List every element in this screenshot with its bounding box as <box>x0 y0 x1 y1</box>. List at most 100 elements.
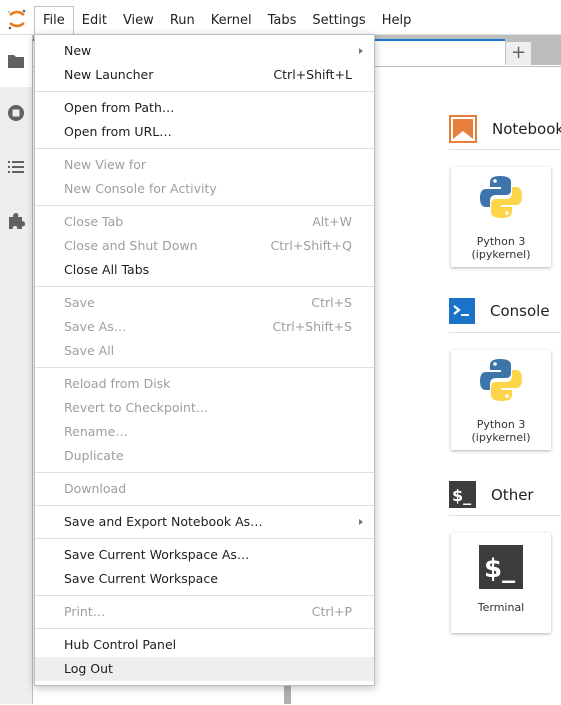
submenu-caret-right-icon <box>359 48 363 54</box>
menu-item-new-console-for-activity[interactable]: New Console for Activity <box>35 177 374 201</box>
menu-edit[interactable]: Edit <box>74 6 115 34</box>
menu-item-save-all[interactable]: Save All <box>35 339 374 363</box>
menu-item-label: Hub Control Panel <box>64 637 177 652</box>
console-icon <box>449 298 475 324</box>
menu-separator <box>35 205 374 206</box>
menu-bar: File Edit View Run Kernel Tabs Settings … <box>34 6 419 34</box>
terminal-icon: $_ <box>449 481 476 508</box>
card-label: Terminal <box>477 601 525 614</box>
left-sidebar <box>0 35 33 704</box>
menu-item-label: Save and Export Notebook As… <box>64 514 263 529</box>
menu-item-print[interactable]: Print… Ctrl+P <box>35 600 374 624</box>
menu-item-shortcut: Ctrl+Shift+L <box>273 67 352 82</box>
menu-item-label: Open from URL… <box>64 124 172 139</box>
menu-file[interactable]: File <box>34 6 74 34</box>
jupyter-logo-icon[interactable] <box>4 6 30 32</box>
menu-item-label: Save All <box>64 343 115 358</box>
section-title: Other <box>491 485 534 504</box>
menu-item-download[interactable]: Download <box>35 477 374 501</box>
menu-item-save-current-workspace-as[interactable]: Save Current Workspace As… <box>35 543 374 567</box>
notebook-icon <box>449 115 477 143</box>
card-label: Python 3 (ipykernel) <box>471 235 531 261</box>
stop-circle-icon <box>8 105 24 121</box>
menu-item-label: Log Out <box>64 661 113 676</box>
submenu-caret-right-icon <box>359 519 363 525</box>
menu-item-reload-from-disk[interactable]: Reload from Disk <box>35 372 374 396</box>
menu-item-label: Duplicate <box>64 448 124 463</box>
section-divider <box>449 515 561 516</box>
svg-text:$_: $_ <box>484 554 515 584</box>
menu-item-label: New View for <box>64 157 147 172</box>
launcher-card-python3-console[interactable]: Python 3 (ipykernel) <box>451 350 551 450</box>
menu-item-hub-control-panel[interactable]: Hub Control Panel <box>35 633 374 657</box>
menu-separator <box>35 286 374 287</box>
menu-item-new-launcher[interactable]: New Launcher Ctrl+Shift+L <box>35 63 374 87</box>
extension-manager-button[interactable] <box>0 195 32 247</box>
card-label: Python 3 (ipykernel) <box>471 418 531 444</box>
menu-run[interactable]: Run <box>162 6 203 34</box>
menu-item-save-and-export-notebook-as[interactable]: Save and Export Notebook As… <box>35 510 374 534</box>
folder-icon <box>8 55 24 68</box>
menu-item-label: Print… <box>64 604 106 619</box>
section-divider <box>449 332 561 333</box>
menu-item-label: New Console for Activity <box>64 181 217 196</box>
menu-item-new[interactable]: New <box>35 39 374 63</box>
terminal-icon: $_ <box>479 545 523 589</box>
menu-view[interactable]: View <box>115 6 162 34</box>
menu-item-save[interactable]: Save Ctrl+S <box>35 291 374 315</box>
menu-kernel[interactable]: Kernel <box>203 6 260 34</box>
table-of-contents-button[interactable] <box>0 141 32 193</box>
menu-separator <box>35 472 374 473</box>
launcher-section-notebook: Notebook <box>449 115 561 143</box>
section-title: Notebook <box>492 120 561 138</box>
launcher-card-terminal[interactable]: $_ Terminal <box>451 533 551 633</box>
menu-item-label: New <box>64 43 92 58</box>
svg-text:$_: $_ <box>452 486 471 505</box>
menu-item-label: Save As… <box>64 319 127 334</box>
menu-item-revert-to-checkpoint[interactable]: Revert to Checkpoint… <box>35 396 374 420</box>
menu-item-label: Open from Path… <box>64 100 175 115</box>
list-icon <box>8 161 24 173</box>
menu-separator <box>35 595 374 596</box>
menu-item-log-out[interactable]: Log Out <box>35 657 374 681</box>
menu-item-shortcut: Ctrl+S <box>311 295 352 310</box>
launcher-card-python3-notebook[interactable]: Python 3 (ipykernel) <box>451 167 551 267</box>
menu-item-rename[interactable]: Rename… <box>35 420 374 444</box>
menu-item-close-all-tabs[interactable]: Close All Tabs <box>35 258 374 282</box>
menu-item-label: Revert to Checkpoint… <box>64 400 209 415</box>
menu-item-save-current-workspace[interactable]: Save Current Workspace <box>35 567 374 591</box>
menu-item-label: Save <box>64 295 95 310</box>
menu-item-label: New Launcher <box>64 67 154 82</box>
menu-help[interactable]: Help <box>374 6 420 34</box>
menu-item-duplicate[interactable]: Duplicate <box>35 444 374 468</box>
menu-item-label: Rename… <box>64 424 128 439</box>
menu-item-shortcut: Alt+W <box>312 214 352 229</box>
menu-separator <box>35 505 374 506</box>
menu-item-new-view-for[interactable]: New View for <box>35 153 374 177</box>
menu-item-open-from-url[interactable]: Open from URL… <box>35 120 374 144</box>
puzzle-icon <box>9 213 25 229</box>
menu-item-close-and-shut-down[interactable]: Close and Shut Down Ctrl+Shift+Q <box>35 234 374 258</box>
menu-item-label: Close All Tabs <box>64 262 150 277</box>
menu-separator <box>35 148 374 149</box>
menu-item-label: Close and Shut Down <box>64 238 198 253</box>
file-menu-dropdown: New New Launcher Ctrl+Shift+L Open from Pat… <box>34 34 375 686</box>
menu-item-close-tab[interactable]: Close Tab Alt+W <box>35 210 374 234</box>
menu-item-shortcut: Ctrl+Shift+Q <box>270 238 352 253</box>
add-tab-button[interactable]: + <box>505 42 531 65</box>
file-browser-button[interactable] <box>0 35 32 87</box>
menu-item-shortcut: Ctrl+P <box>311 604 352 619</box>
menu-item-save-as[interactable]: Save As… Ctrl+Shift+S <box>35 315 374 339</box>
menu-item-label: Download <box>64 481 127 496</box>
menu-tabs[interactable]: Tabs <box>260 6 305 34</box>
panel-splitter-handle[interactable] <box>284 685 291 704</box>
menu-item-open-from-path[interactable]: Open from Path… <box>35 96 374 120</box>
menu-item-label: Save Current Workspace <box>64 571 218 586</box>
section-title: Console <box>490 302 550 320</box>
menu-settings[interactable]: Settings <box>304 6 373 34</box>
menu-item-shortcut: Ctrl+Shift+S <box>272 319 352 334</box>
menu-separator <box>35 91 374 92</box>
python-logo-icon <box>480 176 522 218</box>
menu-item-label: Save Current Workspace As… <box>64 547 250 562</box>
running-sessions-button[interactable] <box>0 87 32 139</box>
